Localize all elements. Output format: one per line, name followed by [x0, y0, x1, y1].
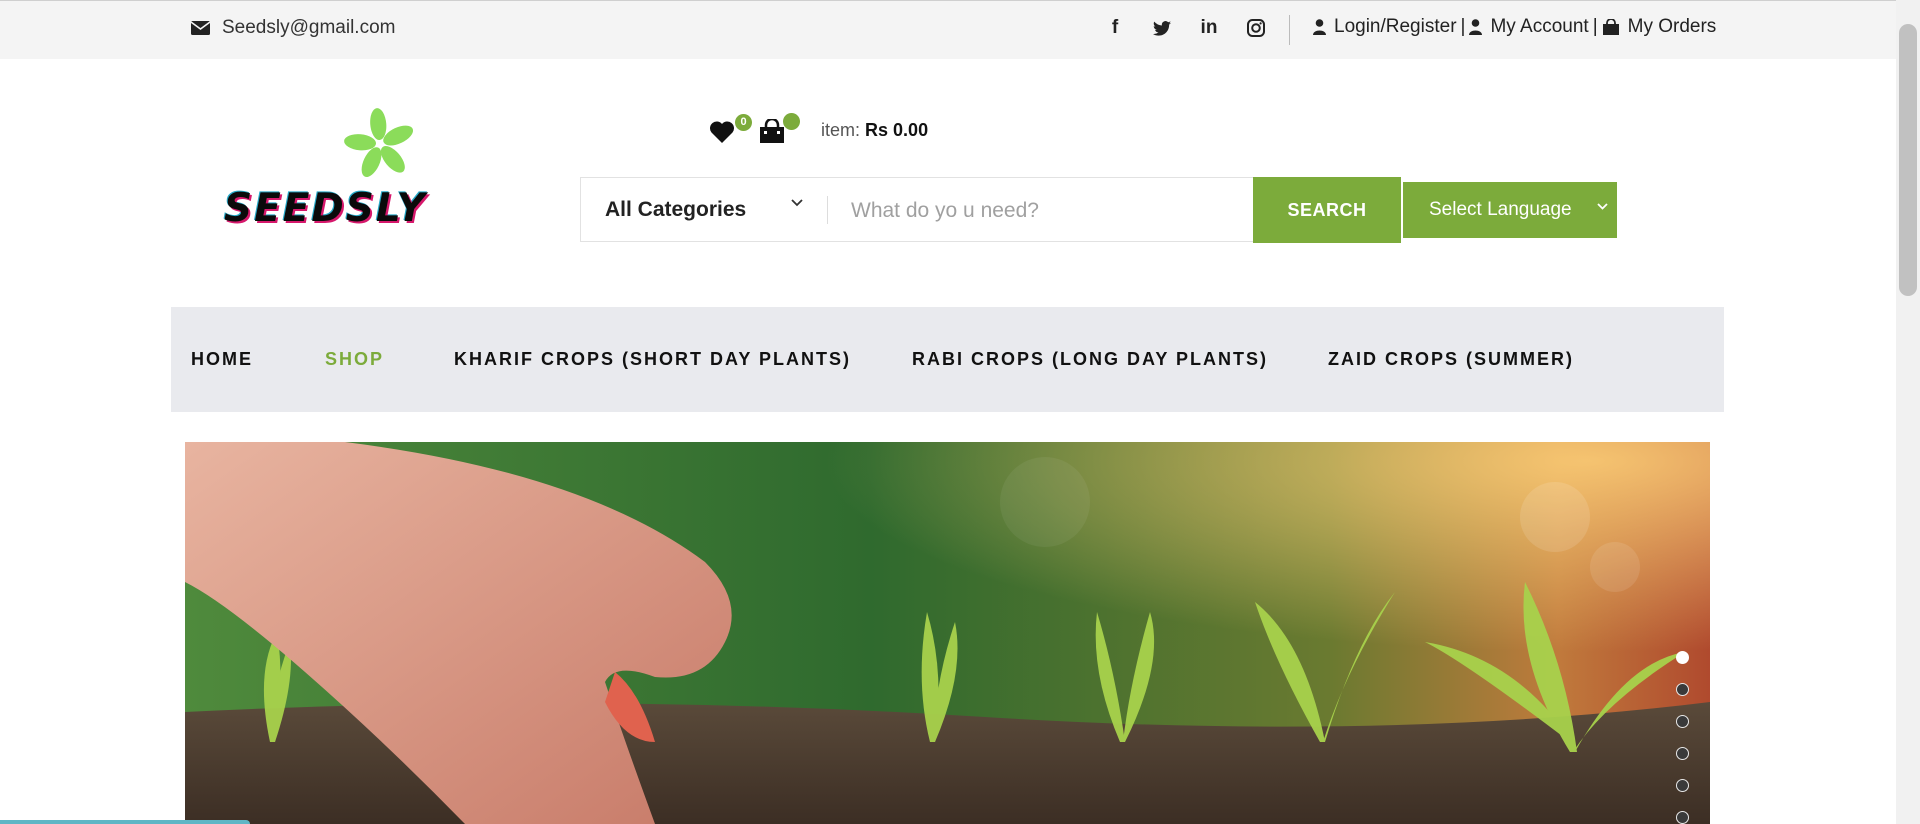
facebook-icon[interactable]: f	[1104, 15, 1126, 41]
language-value: Select Language	[1429, 199, 1572, 220]
carousel-dot[interactable]	[1676, 651, 1689, 664]
logo-text: SEEDSLY	[224, 186, 427, 231]
shopping-bag-icon	[1602, 19, 1619, 35]
hero-banner-image	[185, 442, 1710, 824]
nav-item-kharif-crops[interactable]: KHARIF CROPS (SHORT DAY PLANTS)	[454, 349, 851, 370]
user-icon	[1469, 19, 1483, 35]
leaf-icon	[344, 108, 414, 178]
carousel-dot[interactable]	[1676, 715, 1689, 728]
linkedin-icon[interactable]: in	[1198, 15, 1220, 41]
twitter-icon[interactable]	[1151, 15, 1173, 41]
email-text: Seedsly@gmail.com	[222, 17, 396, 38]
category-value: All Categories	[605, 197, 747, 221]
user-icon	[1313, 19, 1326, 35]
nav-item-rabi-crops[interactable]: RABI CROPS (LONG DAY PLANTS)	[912, 349, 1268, 370]
main-nav: HOME SHOP KHARIF CROPS (SHORT DAY PLANTS…	[171, 307, 1724, 412]
account-links: Login/Register | My Account | My Orders	[1313, 16, 1716, 38]
carousel-dot[interactable]	[1676, 811, 1689, 824]
wishlist-button[interactable]: 0	[709, 114, 752, 144]
login-register-link[interactable]: Login/Register	[1313, 16, 1457, 38]
scrollbar-thumb[interactable]	[1899, 24, 1917, 296]
cart-count-badge	[783, 113, 800, 130]
carousel-dot[interactable]	[1676, 683, 1689, 696]
carousel-dot[interactable]	[1676, 779, 1689, 792]
cart-button[interactable]	[759, 113, 803, 145]
social-links: f in	[1104, 15, 1292, 41]
nav-item-shop[interactable]: SHOP	[325, 349, 384, 370]
chevron-down-icon	[1597, 203, 1608, 210]
instagram-icon[interactable]	[1245, 15, 1267, 41]
cart-total: item: Rs 0.00	[821, 120, 929, 140]
search-input[interactable]	[849, 190, 1323, 232]
heart-icon	[709, 121, 735, 143]
separator: |	[1460, 16, 1466, 37]
site-logo[interactable]: SEEDSLY	[218, 104, 425, 239]
contact-email[interactable]: Seedsly@gmail.com	[191, 17, 395, 39]
separator: |	[1592, 16, 1598, 37]
shopping-bag-icon	[760, 119, 784, 143]
category-dropdown[interactable]: All Categories	[581, 178, 826, 241]
search-button[interactable]: SEARCH	[1253, 177, 1401, 243]
cart-total-value: Rs 0.00	[865, 120, 929, 140]
nav-item-home[interactable]: HOME	[191, 349, 253, 370]
bottom-widget-edge	[0, 820, 250, 824]
scrollbar[interactable]	[1896, 0, 1920, 824]
wishlist-count-badge: 0	[735, 114, 752, 131]
my-orders-link[interactable]: My Orders	[1602, 16, 1716, 38]
top-bar: Seedsly@gmail.com f in Login/Register | …	[0, 0, 1896, 59]
my-account-link[interactable]: My Account	[1469, 16, 1589, 38]
envelope-icon	[191, 21, 210, 35]
nav-item-zaid-crops[interactable]: ZAID CROPS (SUMMER)	[1328, 349, 1574, 370]
language-select[interactable]: Select Language	[1403, 182, 1617, 238]
carousel-dot[interactable]	[1676, 747, 1689, 760]
chevron-down-icon	[791, 199, 803, 207]
divider	[1289, 15, 1290, 45]
divider	[827, 196, 828, 224]
